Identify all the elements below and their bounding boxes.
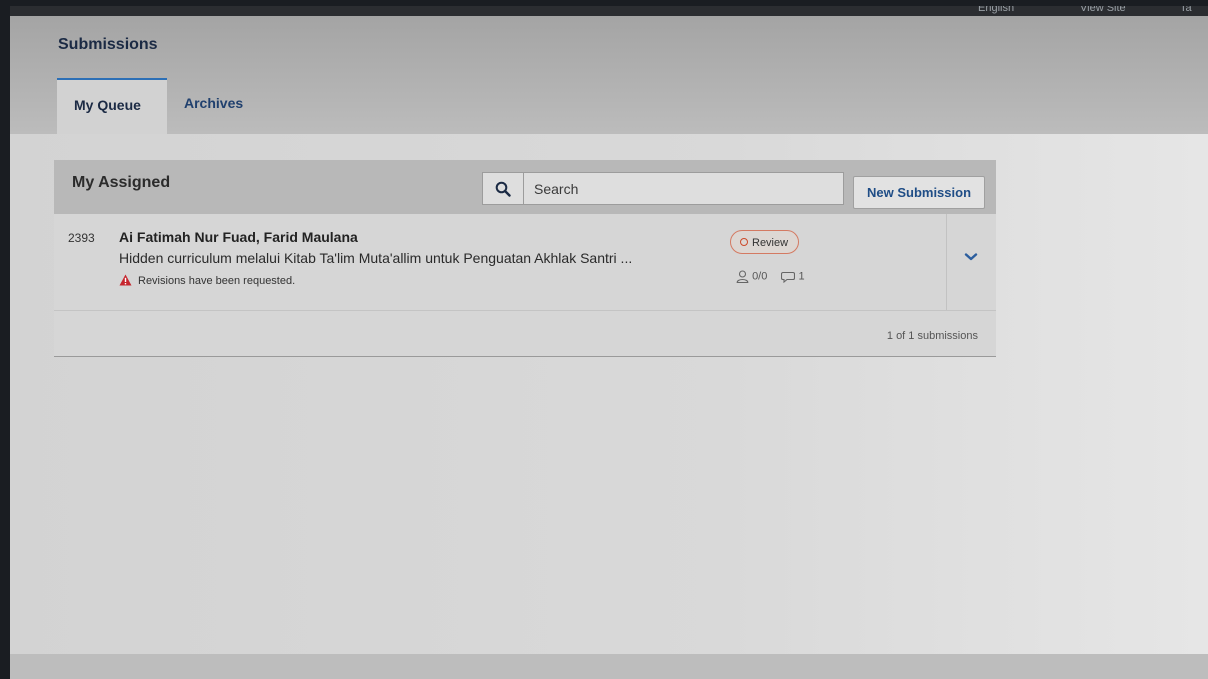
- tab-archives[interactable]: Archives: [184, 95, 243, 111]
- top-utility-bar: English View Site Ta: [10, 6, 1208, 16]
- stage-indicator-icon: [740, 238, 748, 246]
- tab-my-queue[interactable]: My Queue: [57, 78, 167, 134]
- notice-text: Revisions have been requested.: [138, 275, 296, 287]
- app-screen: English View Site Ta Submissions My Queu…: [10, 6, 1208, 679]
- submission-id: 2393: [68, 231, 95, 245]
- language-menu[interactable]: English: [978, 6, 1014, 14]
- search-box: [482, 172, 844, 205]
- search-input[interactable]: [524, 173, 842, 204]
- pagination-summary: 1 of 1 submissions: [886, 330, 978, 342]
- submissions-list-panel: My Assigned New Submission 2393 Ai Fatim…: [54, 160, 996, 357]
- discussions-count: 1: [798, 270, 805, 283]
- list-panel-title: My Assigned: [72, 174, 171, 191]
- stage-label: Review: [752, 237, 789, 249]
- expand-row-button[interactable]: [946, 214, 997, 310]
- stage-badge: Review: [730, 230, 800, 254]
- search-button[interactable]: [483, 173, 524, 204]
- footer-strip: [10, 654, 1208, 679]
- user-icon: [736, 270, 749, 284]
- submission-activity: 0/0 1: [736, 270, 805, 284]
- main-content: My Assigned New Submission 2393 Ai Fatim…: [10, 134, 1208, 679]
- submission-row[interactable]: 2393 Ai Fatimah Nur Fuad, Farid Maulana …: [54, 214, 996, 311]
- submission-title[interactable]: Hidden curriculum melalui Kitab Ta'lim M…: [119, 250, 632, 266]
- chevron-down-icon: [964, 253, 978, 261]
- search-icon: [495, 181, 511, 197]
- view-site-link[interactable]: View Site: [1080, 6, 1126, 14]
- submission-authors: Ai Fatimah Nur Fuad, Farid Maulana: [119, 229, 358, 245]
- comment-icon: [781, 271, 796, 283]
- warning-icon: [119, 274, 132, 286]
- new-submission-button[interactable]: New Submission: [853, 176, 985, 209]
- list-panel-header: My Assigned New Submission: [54, 160, 996, 214]
- page-header: Submissions My Queue Archives: [10, 16, 1208, 134]
- page-title: Submissions: [58, 36, 158, 53]
- reviews-count: 0/0: [752, 270, 768, 283]
- submission-notice: Revisions have been requested.: [119, 274, 295, 287]
- user-menu[interactable]: Ta: [1180, 6, 1192, 14]
